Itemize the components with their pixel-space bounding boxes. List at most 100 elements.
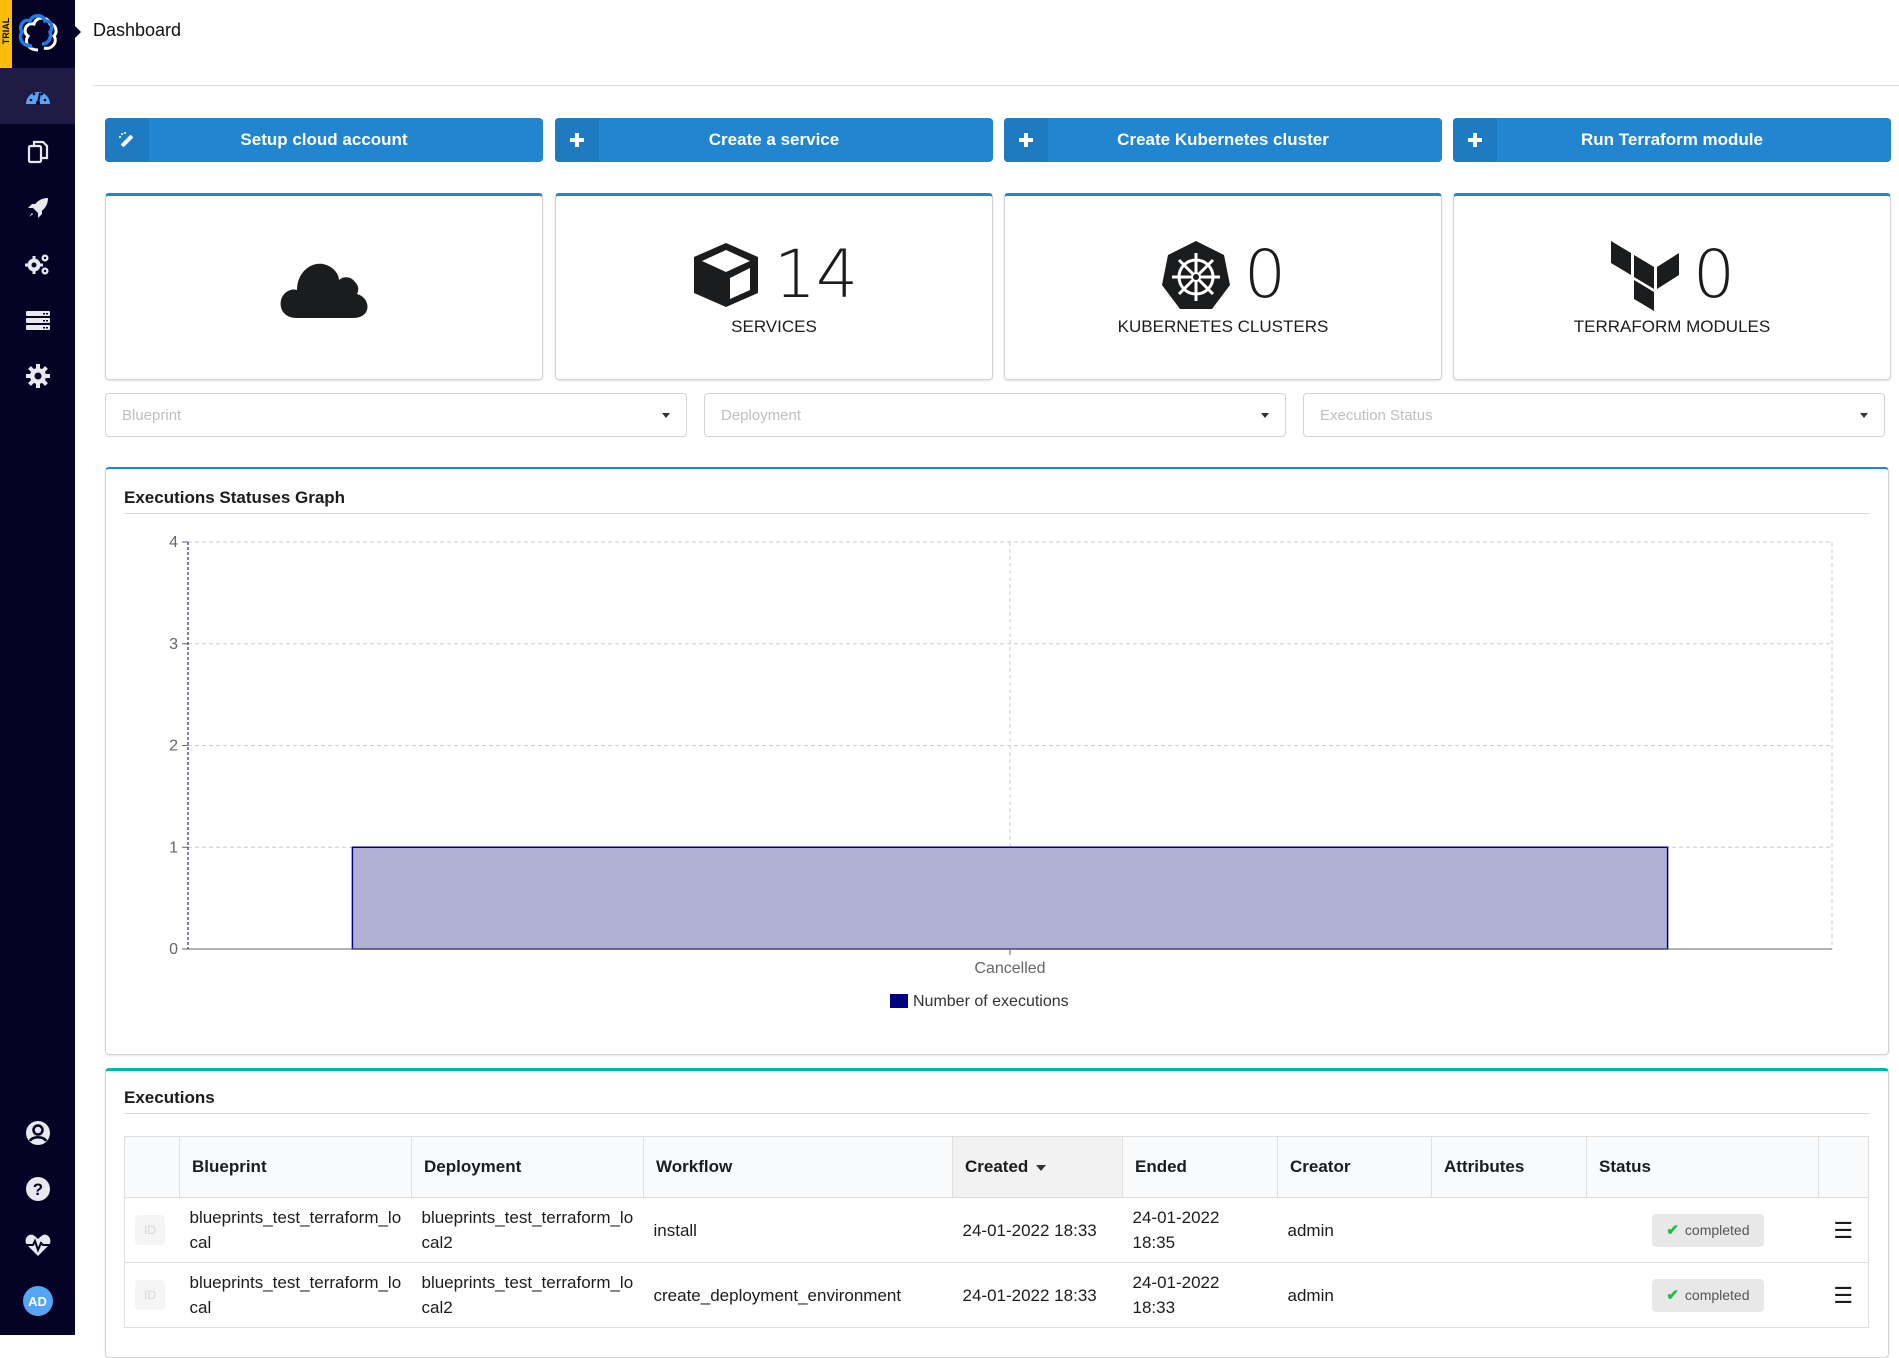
sidebar-item-dashboard[interactable] xyxy=(0,68,75,124)
x-tick-label: Cancelled xyxy=(974,960,1045,977)
logo[interactable]: TRIAL xyxy=(0,0,81,68)
id-badge[interactable]: ID xyxy=(135,1280,165,1310)
user-circle-icon xyxy=(25,1121,50,1145)
terraform-card[interactable]: 0 TERRAFORM MODULES xyxy=(1453,193,1891,380)
cogs-icon xyxy=(24,254,48,275)
execution-status-filter-placeholder: Execution Status xyxy=(1320,406,1433,424)
blueprint-value: blueprints_test_terraform_local xyxy=(189,1273,402,1317)
blueprint-cell: blueprints_test_terraform_local xyxy=(179,1197,412,1263)
column-header-attributes[interactable]: Attributes xyxy=(1431,1136,1587,1198)
chevron-down-icon xyxy=(1261,412,1269,418)
column-header-status[interactable]: Status xyxy=(1586,1136,1819,1198)
bar-cancelled xyxy=(351,846,1669,950)
server-icon xyxy=(25,311,50,330)
created-cell: 24-01-2022 18:33 xyxy=(952,1262,1123,1328)
create-service-button[interactable]: Create a service xyxy=(555,118,993,162)
sidebar-item-blueprints[interactable] xyxy=(0,124,75,180)
ended-cell: 24-01-2022 18:33 xyxy=(1122,1262,1278,1328)
y-tick-label: 3 xyxy=(169,636,178,653)
row-menu-icon[interactable]: ☰ xyxy=(1818,1197,1869,1263)
services-label: SERVICES xyxy=(731,316,817,336)
created-header-label: Created xyxy=(965,1157,1029,1176)
status-text: completed xyxy=(1684,1221,1750,1238)
workflow-cell: create_deployment_environment xyxy=(643,1262,953,1328)
status-badge[interactable]: ✔ completed xyxy=(1652,1213,1764,1247)
table-header-row: Blueprint Deployment Workflow Created En… xyxy=(124,1136,1869,1198)
kubernetes-icon xyxy=(1162,240,1230,309)
services-card[interactable]: 14 SERVICES xyxy=(555,193,993,380)
column-header-id xyxy=(124,1136,180,1198)
sidebar-item-deployments[interactable] xyxy=(0,180,75,236)
column-header-workflow[interactable]: Workflow xyxy=(643,1136,953,1198)
executions-panel: Executions Blueprint Deployment Workflow… xyxy=(105,1068,1889,1358)
creator-cell: admin xyxy=(1277,1262,1432,1328)
legend-swatch xyxy=(890,994,908,1008)
deployment-filter-placeholder: Deployment xyxy=(721,406,802,424)
button-label: Setup cloud account xyxy=(240,130,408,149)
legend-label: Number of executions xyxy=(913,993,1069,1010)
cloud-icon xyxy=(280,263,368,318)
status-text: completed xyxy=(1684,1286,1750,1303)
deployment-filter-dropdown[interactable]: Deployment xyxy=(704,393,1286,437)
svg-text:?: ? xyxy=(32,1180,42,1199)
id-cell: ID xyxy=(124,1262,180,1328)
attributes-cell xyxy=(1431,1197,1587,1263)
check-icon: ✔ xyxy=(1666,1221,1679,1239)
deployment-cell: blueprints_test_terraform_local2 xyxy=(411,1262,644,1328)
plus-icon xyxy=(1004,118,1048,162)
button-label: Create Kubernetes cluster xyxy=(1117,130,1329,149)
executions-table: Blueprint Deployment Workflow Created En… xyxy=(124,1136,1869,1328)
kubernetes-label: KUBERNETES CLUSTERS xyxy=(1117,316,1329,336)
cloud-card[interactable] xyxy=(105,193,543,380)
sidebar: TRIAL ? AD xyxy=(0,0,81,1335)
blueprint-cell: blueprints_test_terraform_local xyxy=(179,1262,412,1328)
sidebar-item-help[interactable]: ? xyxy=(0,1161,75,1217)
id-badge[interactable]: ID xyxy=(135,1215,165,1245)
services-count: 14 xyxy=(774,235,858,313)
status-badge[interactable]: ✔ completed xyxy=(1652,1278,1764,1312)
setup-cloud-account-button[interactable]: Setup cloud account xyxy=(105,118,543,162)
table-row[interactable]: ID blueprints_test_terraform_local bluep… xyxy=(124,1262,1869,1328)
panel-divider xyxy=(124,1113,1870,1114)
table-row[interactable]: ID blueprints_test_terraform_local bluep… xyxy=(124,1197,1869,1263)
column-header-blueprint[interactable]: Blueprint xyxy=(179,1136,412,1198)
terraform-label: TERRAFORM MODULES xyxy=(1573,316,1771,336)
magic-wand-icon xyxy=(105,118,149,162)
execution-status-filter-dropdown[interactable]: Execution Status xyxy=(1303,393,1885,437)
column-header-ended[interactable]: Ended xyxy=(1122,1136,1278,1198)
y-tick-label: 1 xyxy=(169,839,178,856)
executions-statuses-graph-panel: Executions Statuses Graph 0 1 2 3 4 Cancelled… xyxy=(105,467,1889,1055)
sidebar-item-user[interactable] xyxy=(0,1105,75,1161)
copy-icon xyxy=(27,140,48,164)
question-circle-icon: ? xyxy=(25,1177,50,1201)
row-menu-icon[interactable]: ☰ xyxy=(1818,1262,1869,1328)
dashboard-icon xyxy=(25,92,50,105)
blueprint-filter-placeholder: Blueprint xyxy=(122,406,182,424)
sidebar-item-resources[interactable] xyxy=(0,292,75,348)
create-kubernetes-cluster-button[interactable]: Create Kubernetes cluster xyxy=(1004,118,1442,162)
run-terraform-module-button[interactable]: Run Terraform module xyxy=(1453,118,1891,162)
chevron-down-icon xyxy=(662,412,670,418)
sidebar-item-services[interactable] xyxy=(0,236,75,292)
sidebar-item-profile[interactable]: AD xyxy=(0,1273,75,1329)
id-cell: ID xyxy=(124,1197,180,1263)
ended-cell: 24-01-2022 18:35 xyxy=(1122,1197,1278,1263)
column-header-deployment[interactable]: Deployment xyxy=(411,1136,644,1198)
status-cell: ✔ completed xyxy=(1586,1262,1819,1328)
workflow-cell: install xyxy=(643,1197,953,1263)
gear-icon xyxy=(25,364,50,388)
header-divider xyxy=(93,85,1899,86)
attributes-cell xyxy=(1431,1262,1587,1328)
sidebar-item-health[interactable] xyxy=(0,1217,75,1273)
logo-arrow xyxy=(75,26,81,38)
blueprint-value: blueprints_test_terraform_local xyxy=(189,1208,402,1252)
kubernetes-count: 0 xyxy=(1244,235,1286,313)
kubernetes-card[interactable]: 0 KUBERNETES CLUSTERS xyxy=(1004,193,1442,380)
column-header-created[interactable]: Created xyxy=(952,1136,1123,1198)
terraform-icon xyxy=(1611,240,1679,311)
chevron-down-icon xyxy=(1860,412,1868,418)
blueprint-filter-dropdown[interactable]: Blueprint xyxy=(105,393,687,437)
sidebar-item-settings[interactable] xyxy=(0,348,75,404)
avatar[interactable]: AD xyxy=(22,1286,53,1316)
column-header-creator[interactable]: Creator xyxy=(1277,1136,1432,1198)
